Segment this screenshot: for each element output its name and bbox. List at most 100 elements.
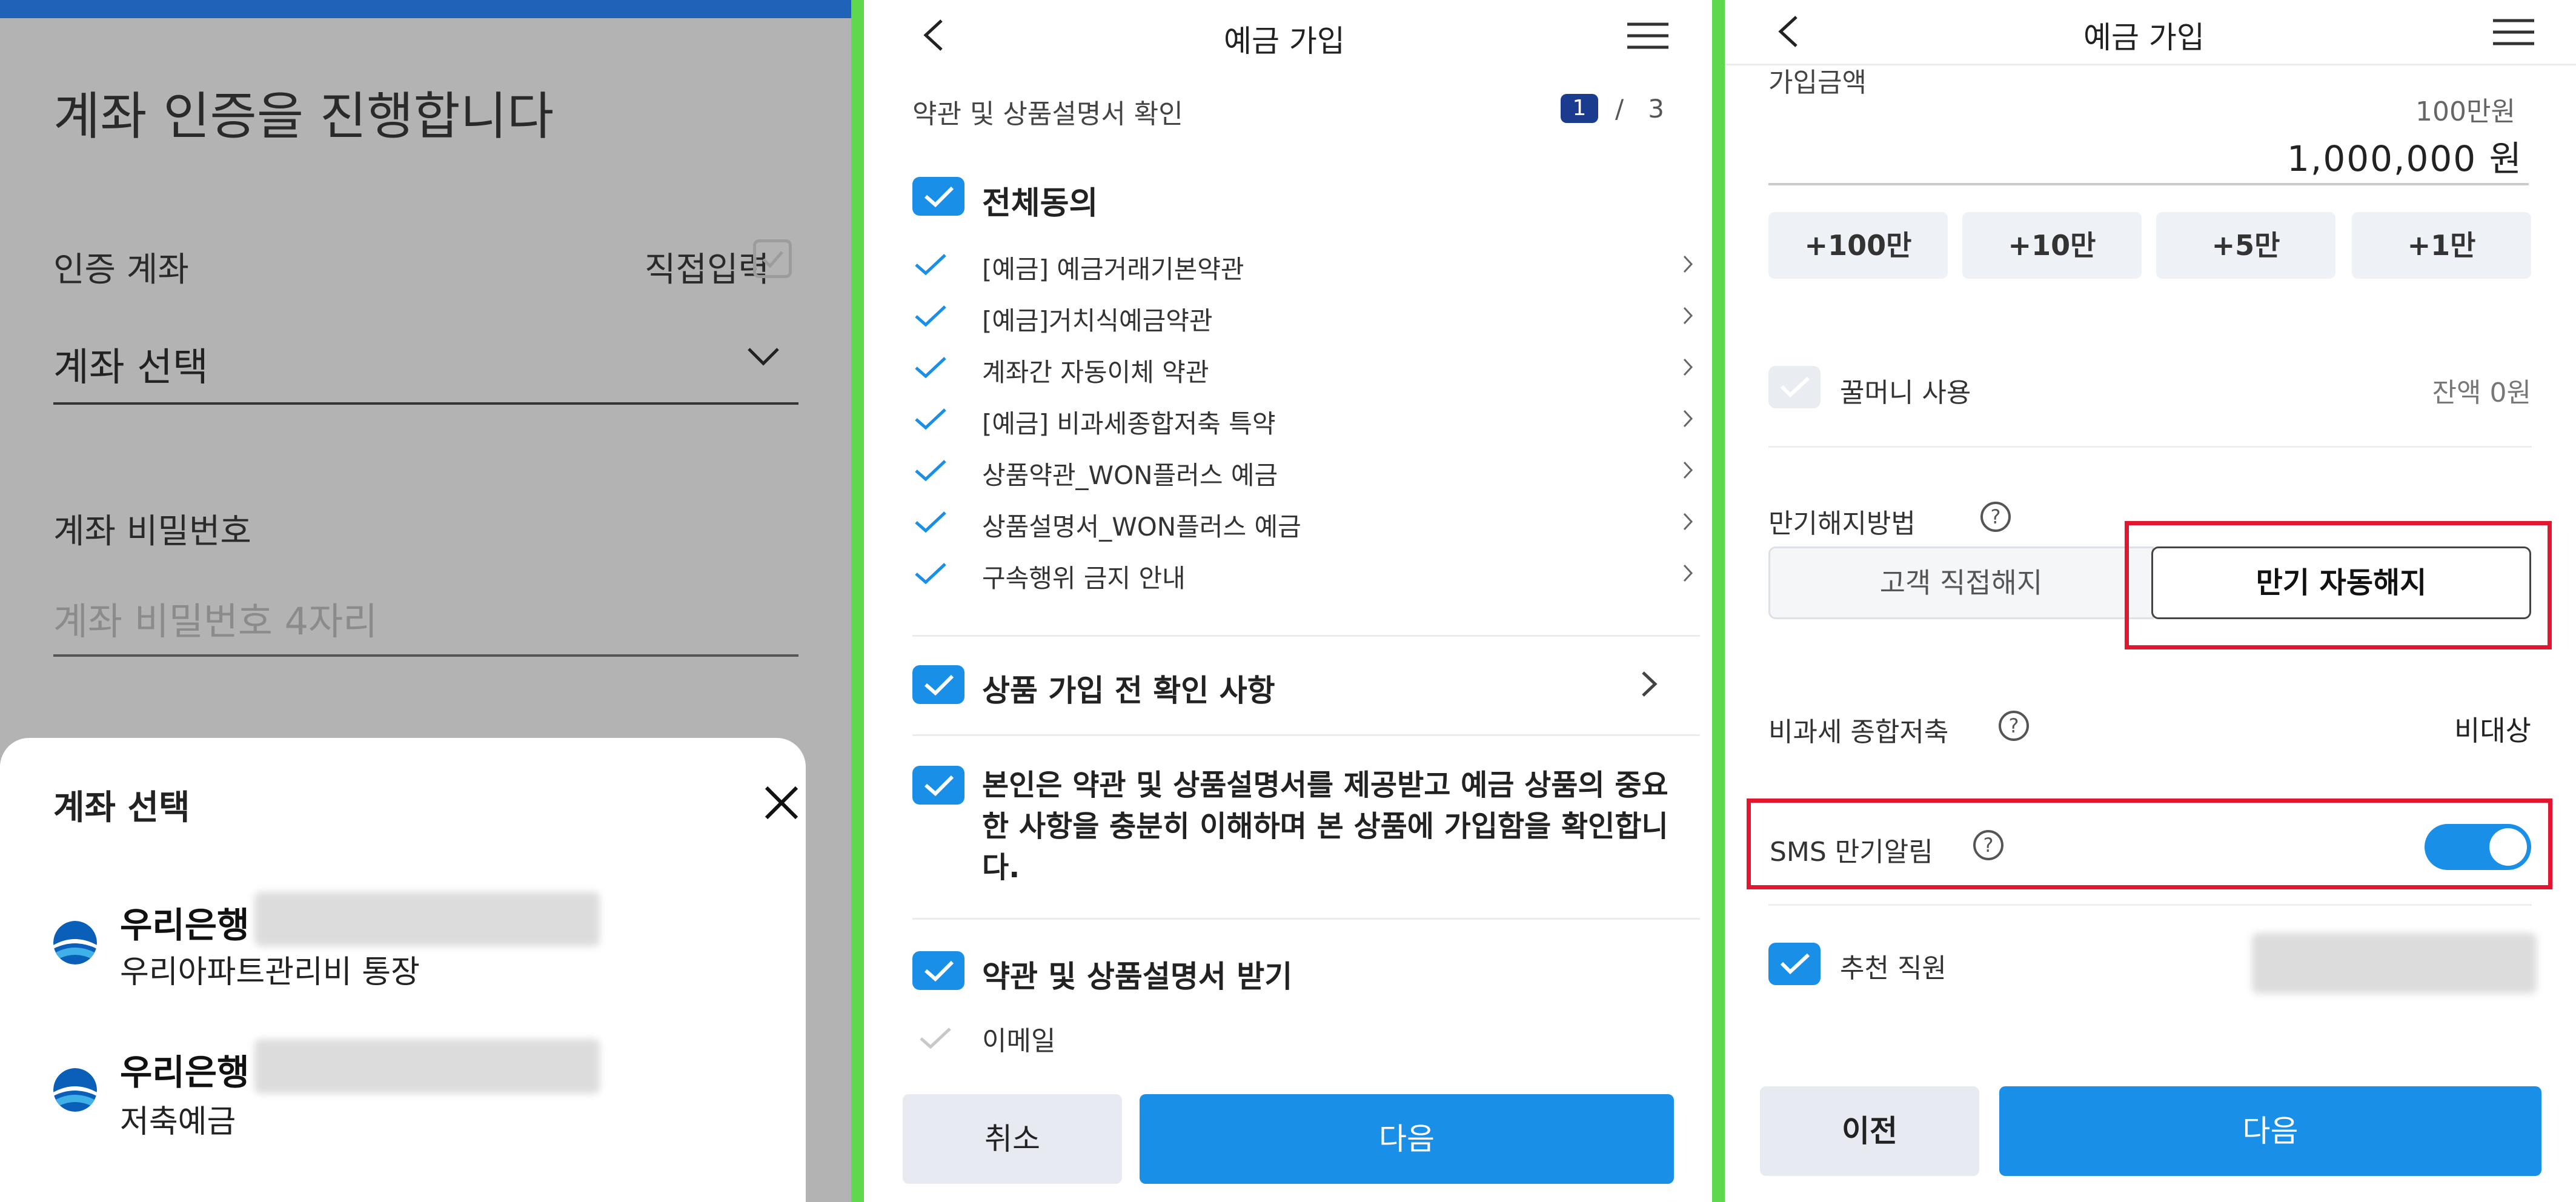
chevron-right-icon[interactable]	[1682, 460, 1694, 480]
receive-docs-label: 약관 및 상품설명서 받기	[982, 959, 1293, 994]
amount-input[interactable]: 1,000,000 원	[2287, 130, 2523, 181]
chevron-right-icon[interactable]	[1682, 254, 1694, 274]
masked-account-number	[254, 892, 600, 946]
check-icon	[915, 357, 946, 379]
highlight-box	[2125, 521, 2552, 649]
tax-free-value: 비대상	[2454, 714, 2531, 747]
term-item[interactable]: 상품설명서_WON플러스 예금	[912, 503, 1700, 545]
email-option-label: 이메일	[982, 1026, 1056, 1057]
term-label: 상품설명서_WON플러스 예금	[982, 512, 1301, 542]
customer-direct-termination-option[interactable]: 고객 직접해지	[1768, 546, 2154, 619]
header-title: 예금 가입	[2083, 20, 2205, 55]
step-total: 3	[1648, 94, 1664, 124]
password-underline	[53, 654, 798, 657]
sms-alert-label: SMS 만기알림	[1770, 837, 1933, 868]
step-current-badge: 1	[1561, 94, 1598, 123]
check-icon	[762, 251, 783, 268]
back-arrow-icon[interactable]	[1773, 13, 1804, 50]
sms-alert-toggle[interactable]	[2425, 824, 2531, 870]
term-item[interactable]: [예금] 비과세종합저축 특약	[912, 400, 1700, 442]
masked-account-number	[254, 1039, 600, 1094]
quick-add-1man-button[interactable]: +1만	[2352, 212, 2531, 279]
divider	[912, 635, 1700, 637]
chevron-right-icon[interactable]	[1682, 511, 1694, 532]
pre-check-label[interactable]: 상품 가입 전 확인 사항	[982, 666, 1275, 710]
recommender-label: 추천 직원	[1840, 953, 1947, 984]
chevron-right-icon[interactable]	[1682, 408, 1694, 429]
check-icon	[915, 254, 946, 276]
divider	[1768, 446, 2532, 448]
term-label: [예금]거치식예금약관	[982, 306, 1213, 336]
term-item[interactable]: 계좌간 자동이체 약관	[912, 348, 1700, 391]
check-icon	[915, 511, 946, 533]
chevron-down-icon[interactable]	[745, 344, 782, 368]
account-list-item[interactable]: 우리은행 우리아파트관리비 통장	[48, 885, 775, 994]
divider	[1768, 904, 2532, 906]
account-select-dropdown[interactable]: 계좌 선택	[53, 336, 208, 392]
divider	[912, 734, 1700, 736]
back-arrow-icon[interactable]	[918, 17, 949, 53]
password-input[interactable]: 계좌 비밀번호 4자리	[53, 591, 377, 645]
account-list-item[interactable]: 우리은행 저축예금	[48, 1033, 775, 1142]
terms-agreement-panel: 예금 가입 약관 및 상품설명서 확인 1 / 3 전체동의 [예금] 예금거래…	[864, 0, 1712, 1202]
chevron-right-icon[interactable]	[1641, 670, 1658, 698]
panel-divider	[851, 0, 864, 1202]
recommender-checkbox[interactable]	[1768, 943, 1821, 985]
previous-button[interactable]: 이전	[1760, 1086, 1979, 1176]
masked-recommender-field[interactable]	[2252, 933, 2537, 994]
term-label: [예금] 비과세종합저축 특약	[982, 409, 1276, 439]
section-subtitle: 약관 및 상품설명서 확인	[912, 99, 1183, 130]
chevron-right-icon[interactable]	[1682, 357, 1694, 377]
quick-add-100man-button[interactable]: +100만	[1768, 212, 1948, 279]
confirm-checkbox[interactable]	[912, 766, 964, 805]
term-item[interactable]: 구속행위 금지 안내	[912, 554, 1700, 597]
next-button[interactable]: 다음	[1999, 1086, 2541, 1176]
account-name: 저축예금	[120, 1104, 236, 1140]
quick-add-5man-button[interactable]: +5만	[2156, 212, 2335, 279]
direct-input-checkbox[interactable]	[753, 239, 792, 278]
woori-bank-logo-icon	[53, 921, 97, 965]
hamburger-menu-icon[interactable]	[1627, 22, 1668, 50]
check-icon	[915, 563, 946, 585]
term-item[interactable]: [예금] 예금거래기본약관	[912, 245, 1700, 288]
pre-check-checkbox[interactable]	[912, 665, 964, 704]
check-icon	[925, 674, 954, 696]
step-separator: /	[1615, 94, 1624, 124]
chevron-right-icon[interactable]	[1682, 563, 1694, 583]
check-icon	[1780, 953, 1810, 975]
help-icon[interactable]: ?	[1973, 830, 2003, 860]
help-icon[interactable]: ?	[1999, 711, 2029, 741]
check-icon	[925, 775, 954, 797]
check-icon	[915, 460, 946, 482]
top-accent-bar	[0, 0, 851, 18]
account-auth-panel: 계좌 인증을 진행합니다 인증 계좌 직접입력 계좌 선택 계좌 비밀번호 계좌…	[0, 0, 851, 1202]
deposit-options-panel: 예금 가입 가입금액 100만원 1,000,000 원 +100만 +10만 …	[1725, 0, 2576, 1202]
close-icon[interactable]	[760, 782, 803, 824]
balance-text: 잔액 0원	[2432, 377, 2531, 408]
toggle-knob	[2489, 828, 2527, 866]
account-name: 우리아파트관리비 통장	[120, 954, 420, 991]
honey-money-checkbox[interactable]	[1768, 366, 1821, 408]
term-label: 계좌간 자동이체 약관	[982, 357, 1209, 387]
bank-name: 우리은행	[120, 905, 250, 946]
chevron-right-icon[interactable]	[1682, 305, 1694, 326]
direct-input-label: 직접입력	[644, 250, 769, 290]
email-check-icon[interactable]	[918, 1026, 952, 1051]
amount-label: 가입금액	[1768, 67, 1867, 98]
check-icon	[915, 408, 946, 430]
next-button[interactable]: 다음	[1140, 1094, 1674, 1184]
check-icon	[925, 186, 954, 208]
help-icon[interactable]: ?	[1980, 502, 2011, 532]
hamburger-menu-icon[interactable]	[2493, 18, 2534, 46]
check-icon	[915, 305, 946, 327]
cancel-button[interactable]: 취소	[903, 1094, 1122, 1184]
quick-add-10man-button[interactable]: +10만	[1962, 212, 2142, 279]
receive-docs-checkbox[interactable]	[912, 951, 964, 990]
term-item[interactable]: [예금]거치식예금약관	[912, 297, 1700, 339]
password-label: 계좌 비밀번호	[53, 512, 251, 551]
agree-all-checkbox[interactable]	[912, 177, 964, 216]
amount-underline	[1768, 183, 2529, 185]
term-item[interactable]: 상품약관_WON플러스 예금	[912, 451, 1700, 494]
page-title: 계좌 인증을 진행합니다	[53, 87, 554, 146]
check-icon	[1780, 376, 1810, 398]
